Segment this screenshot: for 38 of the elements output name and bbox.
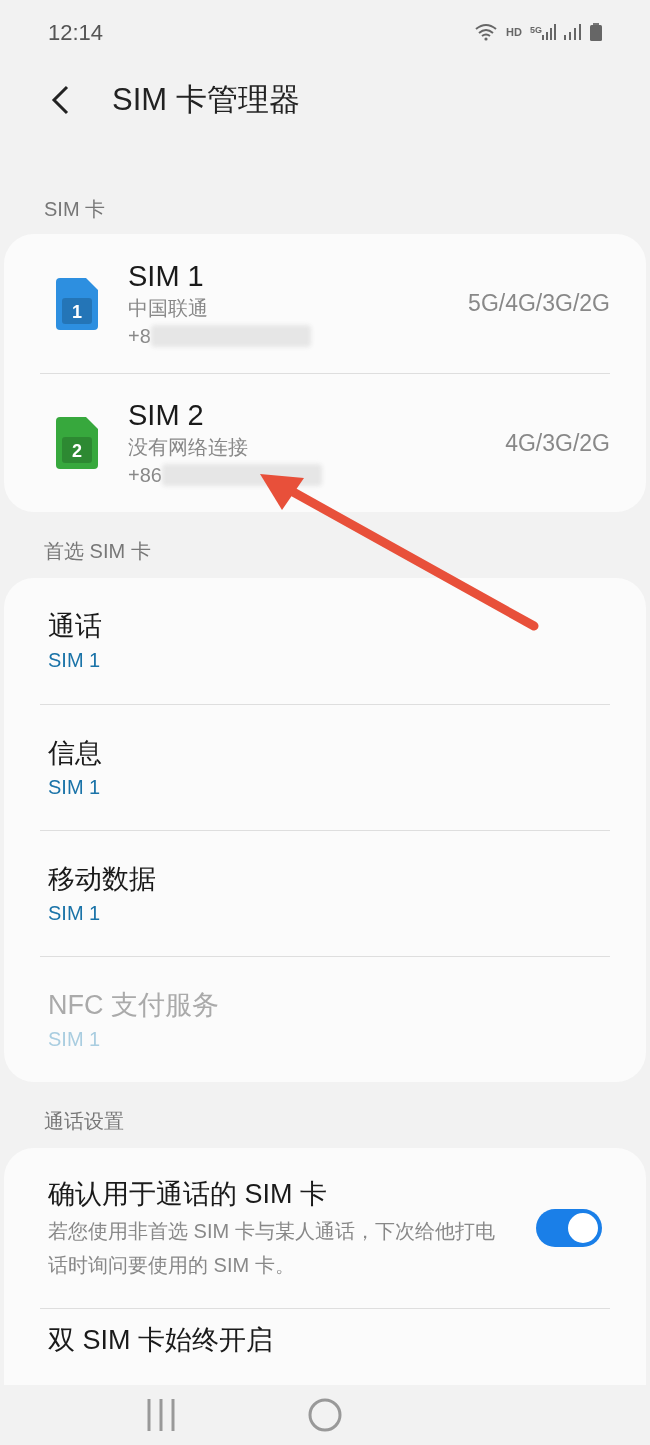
preference-item[interactable]: 移动数据 SIM 1 (40, 830, 610, 956)
setting-title: 双 SIM 卡始终开启 (48, 1324, 273, 1358)
sim-name: SIM 2 (128, 398, 205, 433)
section-header: 首选 SIM 卡 (43, 539, 152, 564)
section-header: 通话设置 (43, 1109, 125, 1134)
network-modes: 4G/3G/2G (505, 428, 610, 458)
phone-number: +8 (128, 323, 151, 349)
setting-title: 确认用于通话的 SIM 卡 (48, 1178, 328, 1211)
preference-title: 信息 (48, 736, 103, 770)
preference-value: SIM 1 (48, 648, 102, 673)
sim-card-icon: 1 (56, 277, 98, 330)
preference-title: 移动数据 (48, 862, 157, 896)
signal-icon (564, 24, 582, 40)
toggle-switch[interactable] (536, 1209, 602, 1247)
status-time: 12:14 (48, 18, 104, 47)
page-title: SIM 卡管理器 (112, 80, 300, 119)
preference-item[interactable]: 信息 SIM 1 (40, 704, 610, 830)
preference-value: SIM 1 (48, 774, 102, 800)
sim-card-icon: 2 (56, 417, 98, 469)
setting-description: 若您使用非首选 SIM 卡与某人通话，下次给他打电话时询问要使用的 SIM 卡。 (48, 1219, 496, 1278)
sim-carrier: 中国联通 (128, 295, 209, 321)
section-header: SIM 卡 (43, 197, 107, 222)
phone-number: +86 (128, 463, 162, 488)
network-type-label: 5G (530, 24, 542, 37)
preference-item[interactable]: 通话 SIM 1 (40, 578, 610, 704)
preference-value: SIM 1 (48, 1026, 102, 1052)
wifi-icon (474, 23, 499, 41)
recent-apps-icon[interactable] (146, 1398, 176, 1432)
preference-value: SIM 1 (48, 900, 102, 926)
network-modes: 5G/4G/3G/2G (468, 289, 610, 319)
preference-title: NFC 支付服务 (48, 988, 220, 1022)
sim-carrier: 没有网络连接 (128, 435, 249, 460)
preference-title: 通话 (48, 610, 103, 643)
home-icon[interactable] (308, 1398, 342, 1432)
signal-icon (542, 24, 556, 40)
sim-name: SIM 1 (128, 258, 205, 294)
hd-label: HD (506, 24, 522, 40)
battery-icon (590, 23, 602, 41)
